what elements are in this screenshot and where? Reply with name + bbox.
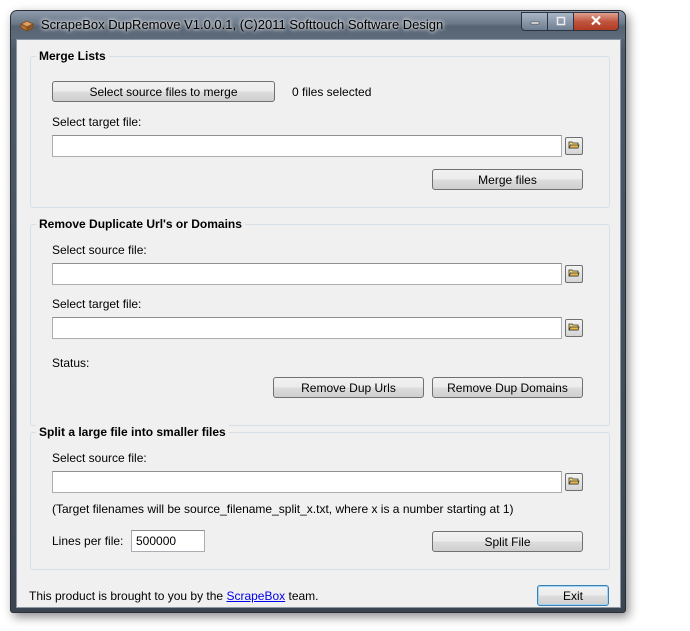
split-file-button[interactable]: Split File bbox=[432, 531, 583, 552]
merge-lists-title: Merge Lists bbox=[36, 49, 109, 63]
split-source-file-input[interactable] bbox=[52, 471, 562, 493]
remove-dup-urls-button[interactable]: Remove Dup Urls bbox=[273, 377, 424, 398]
select-source-files-button[interactable]: Select source files to merge bbox=[52, 81, 275, 102]
merge-files-button[interactable]: Merge files bbox=[432, 169, 583, 190]
merge-target-label: Select target file: bbox=[52, 115, 142, 129]
maximize-button[interactable] bbox=[547, 12, 573, 31]
window-controls bbox=[521, 12, 619, 31]
folder-open-icon bbox=[568, 267, 580, 281]
split-source-label: Select source file: bbox=[52, 451, 147, 465]
status-label: Status: bbox=[52, 356, 90, 370]
client-area: Merge Lists Select source files to merge… bbox=[16, 39, 621, 608]
lines-per-file-label: Lines per file: bbox=[52, 534, 124, 548]
dup-target-file-input[interactable] bbox=[52, 317, 562, 339]
split-file-group: Split a large file into smaller files Se… bbox=[30, 425, 610, 570]
split-file-title: Split a large file into smaller files bbox=[36, 425, 229, 439]
scrapebox-link[interactable]: ScrapeBox bbox=[226, 589, 285, 603]
dup-source-file-input[interactable] bbox=[52, 263, 562, 285]
merge-target-browse-button[interactable] bbox=[565, 137, 583, 155]
remove-duplicates-group: Remove Duplicate Url's or Domains Select… bbox=[30, 217, 610, 426]
merge-lists-group: Merge Lists Select source files to merge… bbox=[30, 49, 610, 208]
footer-text-after: team. bbox=[285, 589, 319, 603]
remove-duplicates-title: Remove Duplicate Url's or Domains bbox=[36, 217, 245, 231]
dup-target-browse-button[interactable] bbox=[565, 319, 583, 337]
close-icon bbox=[590, 15, 602, 29]
files-selected-count: 0 files selected bbox=[292, 85, 372, 99]
dup-target-label: Select target file: bbox=[52, 297, 142, 311]
title-bar[interactable]: ScrapeBox DupRemove V1.0.0.1, (C)2011 So… bbox=[11, 11, 625, 39]
minimize-button[interactable] bbox=[521, 12, 547, 31]
dup-source-label: Select source file: bbox=[52, 243, 147, 257]
footer-credit: This product is brought to you by the Sc… bbox=[29, 589, 319, 603]
exit-button[interactable]: Exit bbox=[537, 585, 609, 606]
remove-dup-domains-button[interactable]: Remove Dup Domains bbox=[432, 377, 583, 398]
folder-open-icon bbox=[568, 321, 580, 335]
minimize-icon bbox=[530, 15, 540, 29]
window-title: ScrapeBox DupRemove V1.0.0.1, (C)2011 So… bbox=[41, 17, 444, 32]
folder-open-icon bbox=[568, 139, 580, 153]
footer-text-before: This product is brought to you by the bbox=[29, 589, 227, 603]
close-button[interactable] bbox=[573, 12, 619, 31]
lines-per-file-input[interactable] bbox=[131, 530, 205, 552]
app-icon bbox=[19, 17, 35, 33]
dup-source-browse-button[interactable] bbox=[565, 265, 583, 283]
folder-open-icon bbox=[568, 475, 580, 489]
split-source-browse-button[interactable] bbox=[565, 473, 583, 491]
merge-target-file-input[interactable] bbox=[52, 135, 562, 157]
app-window: ScrapeBox DupRemove V1.0.0.1, (C)2011 So… bbox=[10, 10, 626, 613]
split-filename-note: (Target filenames will be source_filenam… bbox=[52, 502, 514, 516]
maximize-icon bbox=[556, 15, 566, 29]
